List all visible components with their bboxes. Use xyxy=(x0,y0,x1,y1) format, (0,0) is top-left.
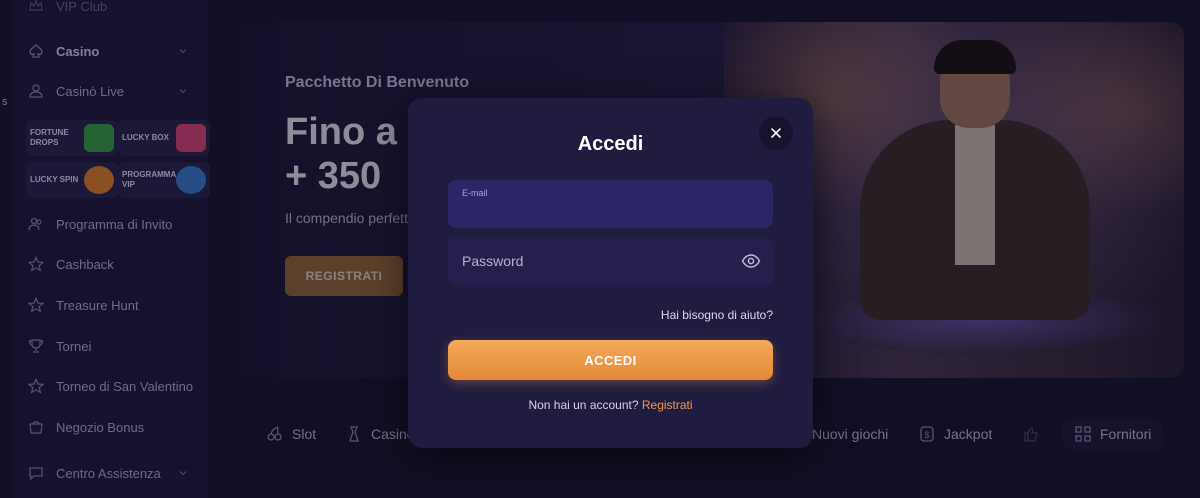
email-field-container: E-mail xyxy=(448,180,773,228)
close-button[interactable] xyxy=(759,116,793,150)
login-submit-button[interactable]: ACCEDI xyxy=(448,340,773,380)
eye-icon[interactable] xyxy=(741,251,761,271)
register-link[interactable]: Registrati xyxy=(642,398,693,412)
signup-row: Non hai un account? Registrati xyxy=(408,398,813,412)
close-icon xyxy=(771,128,781,138)
login-modal: Accedi E-mail Hai bisogno di aiuto? ACCE… xyxy=(408,98,813,448)
email-field[interactable] xyxy=(448,180,773,228)
modal-title: Accedi xyxy=(577,133,644,155)
no-account-text: Non hai un account? xyxy=(528,398,639,412)
password-field[interactable] xyxy=(448,237,773,285)
password-field-container xyxy=(448,237,773,285)
help-link[interactable]: Hai bisogno di aiuto? xyxy=(661,308,773,322)
